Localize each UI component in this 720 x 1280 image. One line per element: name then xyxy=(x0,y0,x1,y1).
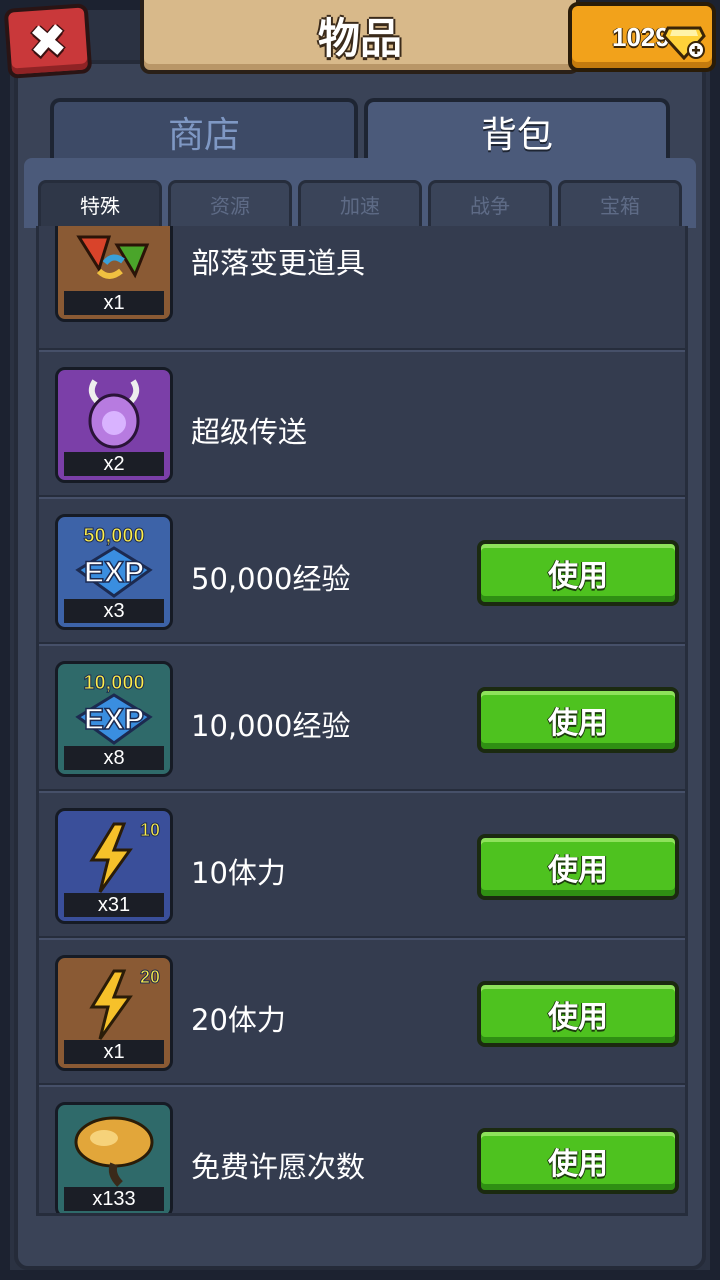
subtab-war[interactable]: 战争 xyxy=(428,180,552,226)
item-quantity: x1 xyxy=(64,291,164,315)
item-name: 10,000经验 xyxy=(191,709,351,743)
tab-backpack[interactable]: 背包 xyxy=(364,98,670,162)
list-item: x1 部落变更道具 xyxy=(39,226,685,350)
item-quantity: x31 xyxy=(64,893,164,917)
title-banner: 物品 xyxy=(140,0,580,74)
super-teleport-icon xyxy=(58,370,170,460)
item-icon: x1 xyxy=(55,226,173,322)
item-name: 超级传送 xyxy=(191,415,308,449)
close-x-icon: ✖ xyxy=(26,12,70,70)
page-title: 物品 xyxy=(317,13,402,63)
energy-20-icon: 20 xyxy=(58,958,170,1048)
item-quantity: x133 xyxy=(64,1187,164,1211)
wish-tree-icon xyxy=(58,1105,170,1195)
item-name: 20体力 xyxy=(191,1003,286,1037)
list-item: x2 超级传送 xyxy=(39,351,685,497)
list-item: 50,000 EXP x3 50,000经验 使用 xyxy=(39,498,685,644)
close-button[interactable]: ✖ xyxy=(3,3,93,79)
item-name: 部落变更道具 xyxy=(191,246,366,280)
item-icon: 10 x31 xyxy=(55,808,173,924)
exp-icon-label: EXP xyxy=(84,556,144,589)
list-item: x133 免费许愿次数 使用 xyxy=(39,1086,685,1213)
gem-plus-icon xyxy=(662,26,706,60)
exp-icon-amount: 50,000 xyxy=(83,525,144,547)
subtab-resources[interactable]: 资源 xyxy=(168,180,292,226)
item-icon: x2 xyxy=(55,367,173,483)
item-quantity: x3 xyxy=(64,599,164,623)
energy-icon-amount: 10 xyxy=(140,820,160,840)
item-icon: 50,000 EXP x3 xyxy=(55,514,173,630)
list-item: 10,000 EXP x8 10,000经验 使用 xyxy=(39,645,685,791)
energy-10-icon: 10 xyxy=(58,811,170,901)
item-quantity: x1 xyxy=(64,1040,164,1064)
exp-10000-icon: 10,000 EXP xyxy=(58,664,170,754)
exp-icon-amount: 10,000 xyxy=(83,672,144,694)
tab-shop[interactable]: 商店 xyxy=(50,98,358,162)
use-button[interactable]: 使用 xyxy=(477,540,679,606)
tribe-change-flags-icon xyxy=(58,226,170,299)
list-item: 20 x1 20体力 使用 xyxy=(39,939,685,1085)
item-icon: 10,000 EXP x8 xyxy=(55,661,173,777)
list-item: 10 x31 10体力 使用 xyxy=(39,792,685,938)
exp-icon-label: EXP xyxy=(84,703,144,736)
use-button[interactable]: 使用 xyxy=(477,1128,679,1194)
item-icon: x133 xyxy=(55,1102,173,1213)
use-button[interactable]: 使用 xyxy=(477,834,679,900)
use-button[interactable]: 使用 xyxy=(477,981,679,1047)
gem-counter[interactable]: 1029 xyxy=(568,2,716,72)
item-name: 免费许愿次数 xyxy=(191,1150,366,1184)
item-name: 50,000经验 xyxy=(191,562,351,596)
item-icon: 20 x1 xyxy=(55,955,173,1071)
item-list[interactable]: x1 部落变更道具 x2 超级传送 50,000 EXP x3 50,000经验… xyxy=(36,226,688,1216)
subtab-chest[interactable]: 宝箱 xyxy=(558,180,682,226)
exp-50000-icon: 50,000 EXP xyxy=(58,517,170,607)
item-quantity: x2 xyxy=(64,452,164,476)
use-button[interactable]: 使用 xyxy=(477,687,679,753)
item-name: 10体力 xyxy=(191,856,286,890)
subtab-speedup[interactable]: 加速 xyxy=(298,180,422,226)
item-quantity: x8 xyxy=(64,746,164,770)
subtab-special[interactable]: 特殊 xyxy=(38,180,162,226)
energy-icon-amount: 20 xyxy=(140,967,160,987)
